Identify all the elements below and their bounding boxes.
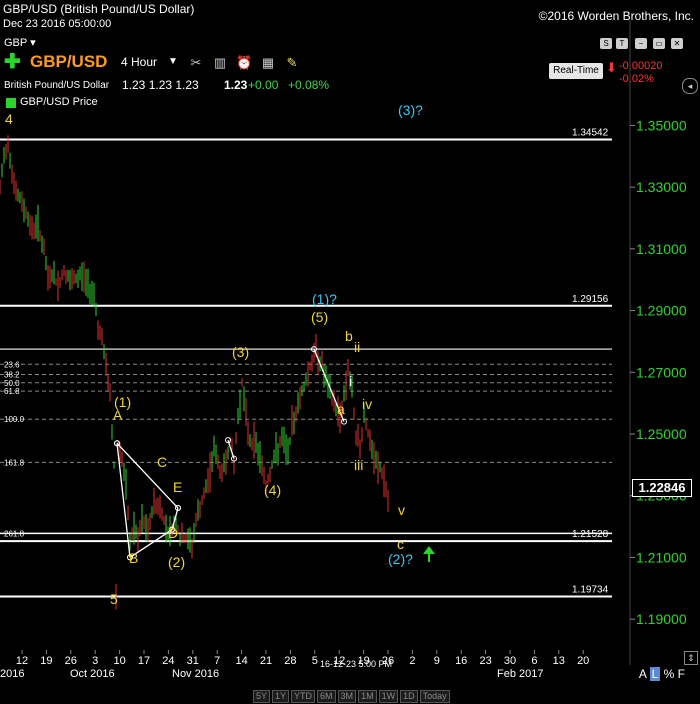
wave-label: (2) xyxy=(168,554,185,570)
level-label: 1.34542 xyxy=(572,128,609,139)
x-tick-label: 26 xyxy=(65,655,77,667)
range-5y-button[interactable]: 5Y xyxy=(253,690,271,703)
x-tick-label: 28 xyxy=(284,655,296,667)
x-tick-label: 5 xyxy=(312,655,318,667)
auto-scale-toggle[interactable]: A xyxy=(639,667,646,681)
wave-label: (3)? xyxy=(398,102,423,118)
range-1m-button[interactable]: 1M xyxy=(358,690,377,703)
fib-label: 261.8 xyxy=(4,529,25,538)
log-scale-toggle[interactable]: L xyxy=(649,667,661,681)
wave-label: v xyxy=(398,502,405,518)
range-1d-button[interactable]: 1D xyxy=(400,690,418,703)
x-tick-label: 31 xyxy=(187,655,199,667)
wave-label: ii xyxy=(354,339,360,355)
x-tick-label: 7 xyxy=(214,655,220,667)
wave-label: (2)? xyxy=(388,551,413,567)
date-marker: 16-12-23 5:00 PM xyxy=(320,659,392,669)
fib-label: 61.8 xyxy=(4,387,20,396)
wave-label: B xyxy=(129,550,138,566)
x-tick-label: 6 xyxy=(531,655,537,667)
y-tick-label: 1.35000 xyxy=(636,117,687,133)
price-chart[interactable]: 1.190001.210001.230001.250001.270001.290… xyxy=(0,0,700,700)
wave-label: (1)? xyxy=(312,291,337,307)
x-month-label: Oct 2016 xyxy=(70,668,115,680)
fib-label: 161.8 xyxy=(4,458,25,467)
wave-label: c xyxy=(397,536,404,552)
wave-label: 4 xyxy=(5,111,13,127)
range-1y-button[interactable]: 1Y xyxy=(272,690,290,703)
fit-scale-toggle[interactable]: F xyxy=(678,667,685,681)
x-tick-label: 9 xyxy=(434,655,440,667)
x-month-label: 2016 xyxy=(0,668,24,680)
y-tick-label: 1.31000 xyxy=(636,241,687,257)
range-1w-button[interactable]: 1W xyxy=(378,690,399,703)
x-month-label: Nov 2016 xyxy=(172,668,219,680)
y-tick-label: 1.27000 xyxy=(636,364,687,380)
x-tick-label: 16 xyxy=(455,655,467,667)
percent-scale-toggle[interactable]: % xyxy=(664,667,675,681)
wave-label: E xyxy=(173,479,182,495)
y-tick-label: 1.29000 xyxy=(636,303,687,319)
wave-label: iv xyxy=(362,396,372,412)
y-tick-label: 1.25000 xyxy=(636,426,687,442)
last-price-marker: 1.22846 xyxy=(632,479,692,497)
fib-label: 23.6 xyxy=(4,360,20,369)
wave-label: 5 xyxy=(110,591,118,607)
wave-label: (3) xyxy=(232,344,249,360)
wave-label: (5) xyxy=(311,309,328,325)
y-tick-label: 1.33000 xyxy=(636,179,687,195)
range-buttons: 5Y 1Y YTD 6M 3M 1M 1W 1D Today xyxy=(253,686,452,703)
wave-label: a xyxy=(337,401,345,417)
x-tick-label: 14 xyxy=(235,655,247,667)
x-tick-label: 17 xyxy=(138,655,150,667)
wave-label: iii xyxy=(354,457,363,473)
y-tick-label: 1.19000 xyxy=(636,611,687,627)
up-arrow-icon xyxy=(423,546,435,562)
x-tick-label: 3 xyxy=(92,655,98,667)
wave-label: D xyxy=(168,525,178,541)
x-tick-label: 30 xyxy=(504,655,516,667)
range-6m-button[interactable]: 6M xyxy=(317,690,336,703)
level-label: 1.21528 xyxy=(572,529,609,540)
range-3m-button[interactable]: 3M xyxy=(337,690,357,703)
y-tick-label: 1.21000 xyxy=(636,549,687,565)
range-today-button[interactable]: Today xyxy=(419,690,450,703)
x-tick-label: 13 xyxy=(553,655,565,667)
x-tick-label: 20 xyxy=(577,655,589,667)
x-tick-label: 2 xyxy=(409,655,415,667)
x-tick-label: 12 xyxy=(16,655,28,667)
wave-label: b xyxy=(345,328,353,344)
wave-label: i xyxy=(349,373,352,389)
fib-label: 100.0 xyxy=(4,415,25,424)
resize-icon[interactable]: ⇕ xyxy=(684,651,698,665)
range-ytd-button[interactable]: YTD xyxy=(291,690,316,703)
level-label: 1.19734 xyxy=(572,584,609,595)
x-tick-label: 23 xyxy=(479,655,491,667)
x-tick-label: 10 xyxy=(113,655,125,667)
x-tick-label: 21 xyxy=(260,655,272,667)
scale-toggle[interactable]: A L % F xyxy=(639,667,685,681)
x-tick-label: 24 xyxy=(162,655,174,667)
wave-label: C xyxy=(157,454,167,470)
wave-label: A xyxy=(113,407,123,423)
x-tick-label: 19 xyxy=(40,655,52,667)
wave-label: (4) xyxy=(264,482,281,498)
x-month-label: Feb 2017 xyxy=(497,668,543,680)
level-label: 1.29156 xyxy=(572,294,609,305)
